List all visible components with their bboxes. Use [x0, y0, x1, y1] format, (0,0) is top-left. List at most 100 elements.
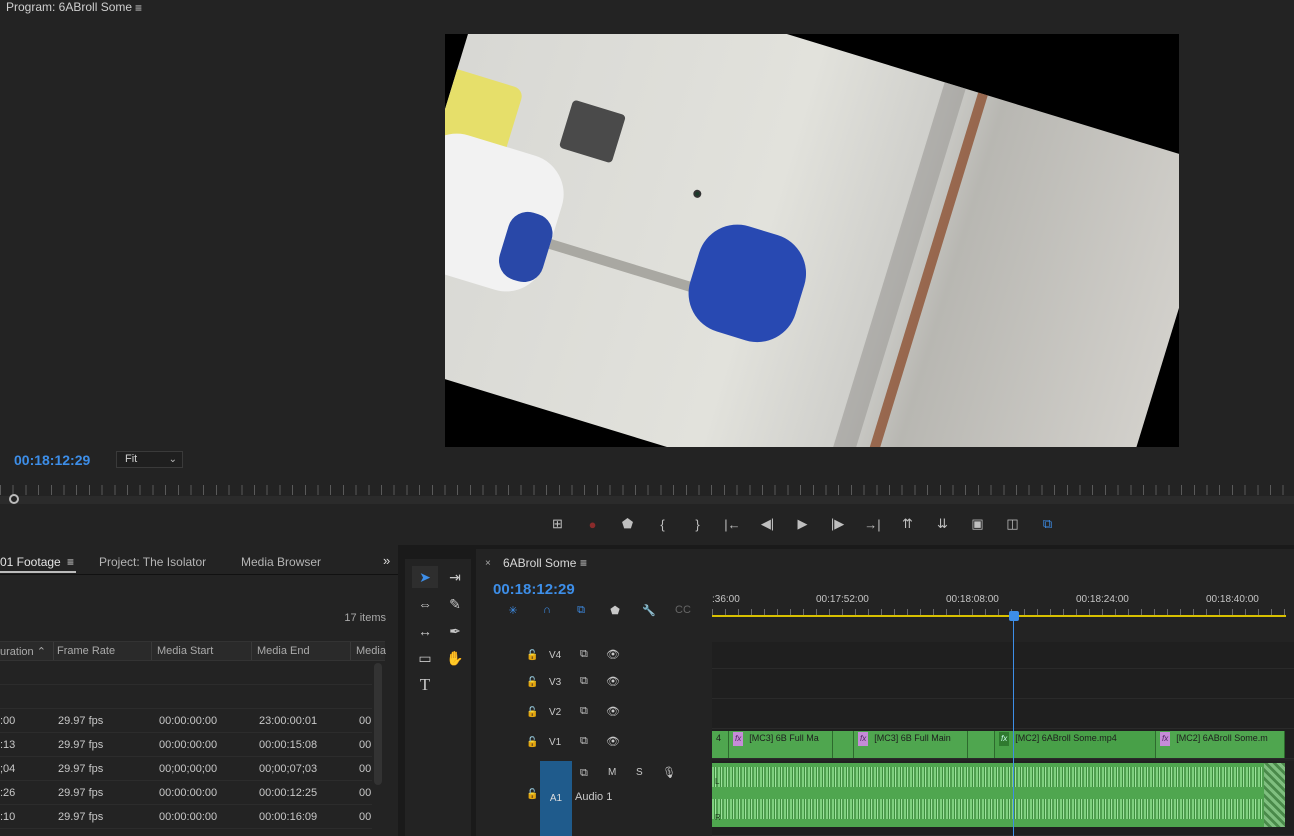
- source-patch-a1[interactable]: A1: [540, 761, 572, 836]
- tab-media-browser[interactable]: Media Browser: [241, 555, 321, 569]
- add-marker-icon[interactable]: ⬟: [598, 603, 632, 617]
- safe-margins-icon[interactable]: ⊞: [540, 512, 575, 536]
- wrench-icon[interactable]: 🔧: [632, 603, 666, 617]
- col-divider[interactable]: [151, 642, 152, 660]
- proxy-toggle-icon[interactable]: ⧉: [1030, 512, 1065, 536]
- ripple-edit-tool-icon[interactable]: ⇔: [412, 593, 438, 615]
- video-clip[interactable]: fx [MC3] 6B Full Main: [854, 731, 968, 758]
- rectangle-tool-icon[interactable]: ▭: [412, 647, 438, 669]
- col-divider[interactable]: [251, 642, 252, 660]
- table-row[interactable]: :26 29.97 fps 00:00:00:00 00:00:12:25 00: [0, 781, 372, 805]
- extract-icon[interactable]: ⇊: [925, 512, 960, 536]
- work-area-bar[interactable]: [712, 615, 1286, 617]
- tab-project[interactable]: Project: The Isolator: [99, 555, 206, 569]
- eye-icon[interactable]: 👁: [606, 675, 620, 688]
- audio-clip[interactable]: L R: [712, 763, 1285, 827]
- video-clip[interactable]: [833, 731, 854, 758]
- track-name[interactable]: V3: [549, 677, 561, 688]
- monitor-time-ruler[interactable]: [0, 480, 1294, 506]
- lock-icon[interactable]: 🔓: [526, 737, 538, 748]
- track-area[interactable]: [712, 699, 1294, 729]
- timeline-ruler[interactable]: :36:00 00:17:52:00 00:18:08:00 00:18:24:…: [712, 585, 1294, 621]
- table-row[interactable]: :00 29.97 fps 00:00:00:00 23:00:00:01 00: [0, 709, 372, 733]
- go-to-out-icon[interactable]: →|: [855, 512, 890, 536]
- track-area[interactable]: [712, 642, 1294, 669]
- slip-tool-icon[interactable]: ↔: [412, 620, 438, 642]
- step-forward-icon[interactable]: |▶: [820, 512, 855, 536]
- record-icon[interactable]: ●: [575, 512, 610, 536]
- sequence-menu-icon[interactable]: ≡: [580, 556, 587, 570]
- project-scrollbar[interactable]: [374, 663, 382, 785]
- sync-lock-icon[interactable]: ⧉: [580, 648, 588, 661]
- timeline-timecode[interactable]: 00:18:12:29: [493, 581, 575, 598]
- video-clip[interactable]: fx [MC3] 6B Full Ma: [729, 731, 833, 758]
- razor-tool-icon[interactable]: ✎: [442, 593, 468, 615]
- table-row[interactable]: :10 29.97 fps 00:00:00:00 00:00:16:09 00: [0, 805, 372, 829]
- close-icon[interactable]: ×: [485, 558, 491, 569]
- monitor-menu-icon[interactable]: ≡: [135, 1, 142, 15]
- zoom-select[interactable]: Fit ⌄: [116, 451, 183, 468]
- lock-icon[interactable]: 🔓: [526, 707, 538, 718]
- track-select-tool-icon[interactable]: ⇥: [442, 566, 468, 588]
- eye-icon[interactable]: 👁: [606, 648, 620, 661]
- video-clip[interactable]: fx [MC2] 6ABroll Some.mp4: [995, 731, 1156, 758]
- more-panels-icon[interactable]: »: [383, 553, 390, 568]
- lift-icon[interactable]: ⇈: [890, 512, 925, 536]
- col-divider[interactable]: [350, 642, 351, 660]
- track-area[interactable]: [712, 669, 1294, 699]
- mute-button[interactable]: M: [608, 767, 616, 778]
- eye-icon[interactable]: 👁: [606, 705, 620, 718]
- go-to-in-icon[interactable]: |←: [715, 512, 750, 536]
- captions-icon[interactable]: CC: [666, 603, 700, 617]
- col-media-start[interactable]: Media Start: [157, 645, 213, 657]
- timeline-playhead[interactable]: [1009, 611, 1019, 621]
- microphone-icon[interactable]: 🎙: [662, 766, 676, 779]
- play-icon[interactable]: ▶: [785, 512, 820, 536]
- playhead-timecode[interactable]: 00:18:12:29: [14, 452, 90, 468]
- table-row[interactable]: [0, 661, 372, 685]
- track-name[interactable]: V2: [549, 707, 561, 718]
- track-name[interactable]: V1: [549, 737, 561, 748]
- lock-icon[interactable]: 🔓: [526, 650, 538, 661]
- table-row[interactable]: ;04 29.97 fps 00;00;00;00 00;00;07;03 00: [0, 757, 372, 781]
- sync-lock-icon[interactable]: ⧉: [580, 675, 588, 688]
- pen-tool-icon[interactable]: ✒: [442, 620, 468, 642]
- table-row[interactable]: :13 29.97 fps 00:00:00:00 00:00:15:08 00: [0, 733, 372, 757]
- comparison-view-icon[interactable]: ◫: [995, 512, 1030, 536]
- track-name[interactable]: V4: [549, 650, 561, 661]
- sync-lock-icon[interactable]: ⧉: [580, 705, 588, 718]
- mark-in-icon[interactable]: {: [645, 512, 680, 536]
- track-name[interactable]: Audio 1: [575, 791, 612, 803]
- monitor-playhead[interactable]: [9, 494, 19, 504]
- sync-lock-icon[interactable]: ⧉: [580, 735, 588, 748]
- type-tool-icon[interactable]: T: [412, 674, 438, 696]
- export-frame-icon[interactable]: ▣: [960, 512, 995, 536]
- hand-tool-icon[interactable]: ✋: [442, 647, 468, 669]
- sequence-tab[interactable]: 6ABroll Some: [503, 556, 576, 570]
- track-area[interactable]: 4 fx [MC3] 6B Full Ma fx [MC3] 6B Full Mai…: [712, 729, 1294, 759]
- monitor-title[interactable]: Program: 6ABroll Some: [6, 0, 132, 14]
- mark-out-icon[interactable]: }: [680, 512, 715, 536]
- linked-selection-icon[interactable]: ⧉: [564, 603, 598, 617]
- col-media-end[interactable]: Media End: [257, 645, 310, 657]
- col-media[interactable]: Media: [356, 645, 386, 657]
- selection-tool-icon[interactable]: ➤: [412, 566, 438, 588]
- col-duration[interactable]: uration ⌃: [0, 645, 46, 658]
- lock-icon[interactable]: 🔓: [526, 789, 538, 800]
- solo-button[interactable]: S: [636, 767, 643, 778]
- tab-footage[interactable]: 01 Footage: [0, 555, 61, 569]
- video-clip[interactable]: fx [MC2] 6ABroll Some.m: [1156, 731, 1285, 758]
- eye-icon[interactable]: 👁: [606, 735, 620, 748]
- tab-footage-menu-icon[interactable]: ≡: [67, 555, 74, 569]
- table-row[interactable]: [0, 685, 372, 709]
- video-clip[interactable]: [968, 731, 995, 758]
- video-clip[interactable]: 4: [712, 731, 729, 758]
- lock-icon[interactable]: 🔓: [526, 677, 538, 688]
- snap-icon[interactable]: ∩: [530, 603, 564, 617]
- sync-lock-icon[interactable]: ⧉: [580, 767, 588, 780]
- video-frame[interactable]: [445, 34, 1179, 447]
- col-divider[interactable]: [53, 642, 54, 660]
- nest-toggle-icon[interactable]: ✳: [496, 603, 530, 617]
- col-frame-rate[interactable]: Frame Rate: [57, 645, 115, 657]
- step-back-icon[interactable]: ◀|: [750, 512, 785, 536]
